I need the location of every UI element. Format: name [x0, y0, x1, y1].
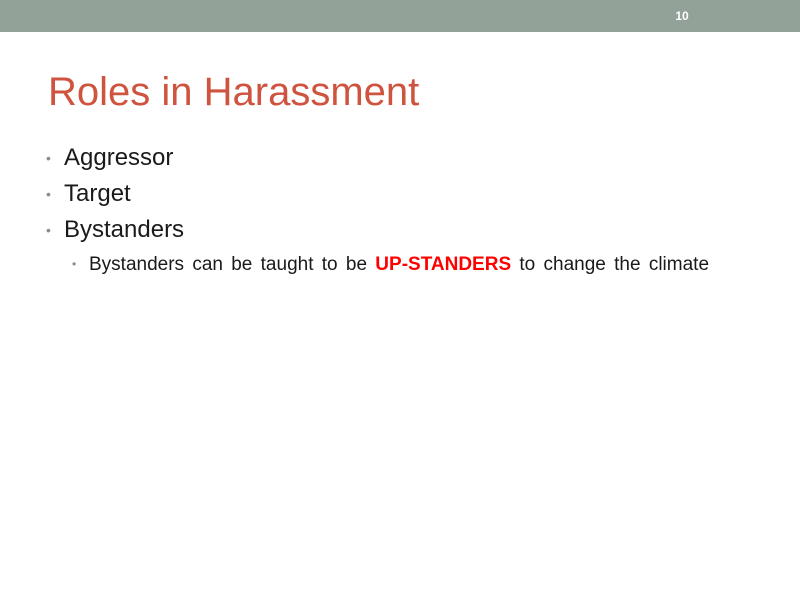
up-standers-highlight: UP-STANDERS	[375, 254, 512, 275]
bullet-dot-icon: •	[46, 186, 51, 202]
bullet-item-aggressor: • Aggressor	[46, 142, 746, 178]
sub-bullet-dot-icon: •	[72, 257, 77, 271]
bullet-dot-icon: •	[46, 222, 51, 238]
bullet-dot-icon: •	[46, 150, 51, 166]
sub-bullet-text: Bystanders can be taught to be UP-STANDE…	[89, 252, 719, 277]
sub-bullet-text-after: to change the climate	[511, 254, 710, 275]
bullet-list: • Aggressor • Target • Bystanders • Byst…	[46, 142, 746, 277]
bullet-item-bystanders: • Bystanders	[46, 214, 746, 250]
slide-number: 10	[675, 9, 689, 23]
bullet-text: Aggressor	[64, 144, 174, 171]
sub-bullet-text-before: Bystanders can be taught to be	[89, 254, 376, 275]
slide: 10 Roles in Harassment • Aggressor • Tar…	[0, 0, 800, 600]
bullet-text: Target	[64, 180, 131, 207]
slide-title: Roles in Harassment	[48, 70, 420, 114]
sub-bullet-item: • Bystanders can be taught to be UP-STAN…	[46, 252, 746, 277]
bullet-text: Bystanders	[64, 216, 185, 243]
bullet-item-target: • Target	[46, 178, 746, 214]
top-bar: 10	[0, 0, 800, 32]
